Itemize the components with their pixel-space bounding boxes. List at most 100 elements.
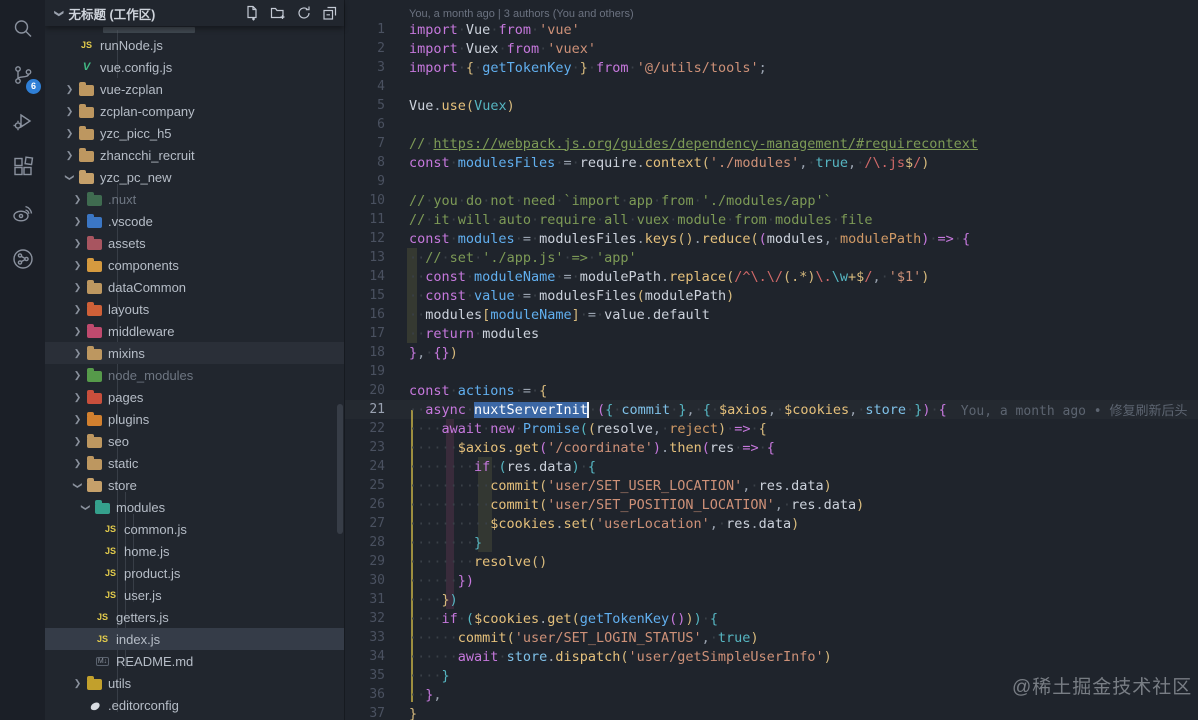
code-line-11[interactable]: 11//· it · will · auto · require · all · vuex · modul… bbox=[345, 210, 1198, 229]
code-line-3[interactable]: 3 import ·{· getTokenKey ·} · from · '@/utils/to… bbox=[345, 58, 1198, 77]
sidebar-item-static[interactable]: ❯ static bbox=[45, 452, 344, 474]
code-line-33[interactable]: 33 ······ commit('user/SET_LOGIN_STATUS', ·… bbox=[345, 628, 1198, 647]
code-line-2[interactable]: 2 import · Vuex · from ·'vuex' bbox=[345, 39, 1198, 58]
code-line-34[interactable]: 34 ······ await · store. dispatch('user/getSi… bbox=[345, 647, 1198, 666]
line-number: 1 bbox=[377, 22, 385, 37]
search-icon[interactable] bbox=[0, 6, 45, 52]
code-line-30[interactable]: 30 ······}) bbox=[345, 571, 1198, 590]
code-line-19[interactable]: 19 bbox=[345, 362, 1198, 381]
code-line-37[interactable]: 37} bbox=[345, 704, 1198, 720]
file-label: .vscode bbox=[108, 213, 153, 229]
sidebar-item-user.js[interactable]: JS user.js bbox=[45, 584, 344, 606]
sidebar-item-yzc_pc_new[interactable]: ❯ yzc_pc_new bbox=[45, 166, 344, 188]
sidebar-item-vue-zcplan[interactable]: ❯ vue-zcplan bbox=[45, 78, 344, 100]
code-line-6[interactable]: 6 bbox=[345, 115, 1198, 134]
chevron-right-icon: ❯ bbox=[73, 215, 82, 226]
code-line-22[interactable]: 22 ···· await · new · Promise((resolve, · reject… bbox=[345, 419, 1198, 438]
sidebar-item-getters.js[interactable]: JS getters.js bbox=[45, 606, 344, 628]
chevron-down-icon: ❯ bbox=[81, 503, 91, 511]
code-line-1[interactable]: 1 import · Vue · from ·'vue' bbox=[345, 20, 1198, 39]
collapse-all-icon[interactable] bbox=[322, 5, 338, 21]
sidebar-item-.vscode[interactable]: ❯ .vscode bbox=[45, 210, 344, 232]
workspace-header[interactable]: ❯ 无标题 (工作区) bbox=[45, 0, 344, 26]
vue-file-icon: V bbox=[82, 61, 91, 73]
js-file-icon: JS bbox=[104, 590, 116, 600]
sidebar-item-seo[interactable]: ❯ seo bbox=[45, 430, 344, 452]
code-line-5[interactable]: 5 Vue. use(Vuex) bbox=[345, 96, 1198, 115]
code-line-28[interactable]: 28 ········} bbox=[345, 533, 1198, 552]
new-folder-icon[interactable] bbox=[270, 5, 286, 21]
sidebar-item-home.js[interactable]: JS home.js bbox=[45, 540, 344, 562]
code-line-32[interactable]: 32 ···· if ·($cookies. get(getTokenKey())) ·{ bbox=[345, 609, 1198, 628]
code-line-31[interactable]: 31 ····}) bbox=[345, 590, 1198, 609]
sidebar-item-middleware[interactable]: ❯ middleware bbox=[45, 320, 344, 342]
code-line-13[interactable]: 13 ··//· set · './app.js' · => ·'app' bbox=[345, 248, 1198, 267]
sidebar-item-README.md[interactable]: M↓ README.md bbox=[45, 650, 344, 672]
weibo-icon[interactable] bbox=[0, 190, 45, 236]
code-line-20[interactable]: 20 const · actions · = ·{ bbox=[345, 381, 1198, 400]
codelens-annotation[interactable]: You, a month ago | 3 authors (You and ot… bbox=[345, 0, 1198, 20]
sidebar-item-partial-top[interactable] bbox=[45, 26, 344, 34]
code-line-21[interactable]: 21 ·· async · nuxtServerInit ·({· commit ·}, ·{·… bbox=[345, 400, 1198, 419]
sidebar-item-modules[interactable]: ❯ modules bbox=[45, 496, 344, 518]
sidebar-item-.editorconfig[interactable]: .editorconfig bbox=[45, 694, 344, 716]
extensions-icon[interactable] bbox=[0, 144, 45, 190]
code-line-16[interactable]: 16 ·· modules[moduleName] · = · value. default bbox=[345, 305, 1198, 324]
new-file-icon[interactable] bbox=[244, 5, 260, 21]
run-debug-icon[interactable] bbox=[0, 98, 45, 144]
sidebar-item-common.js[interactable]: JS common.js bbox=[45, 518, 344, 540]
sidebar-item-index.js[interactable]: JS index.js bbox=[45, 628, 344, 650]
code-line-23[interactable]: 23 ······ $axios. get('/coordinate'). then(r… bbox=[345, 438, 1198, 457]
chevron-right-icon: ❯ bbox=[73, 369, 82, 380]
vscode-window: 6 ❯ 无标题 (工作区) JS runNode.js V vue.config… bbox=[0, 0, 1198, 720]
line-number: 29 bbox=[369, 554, 385, 569]
file-label: zcplan-company bbox=[100, 103, 195, 119]
sidebar-item-layouts[interactable]: ❯ layouts bbox=[45, 298, 344, 320]
sidebar-item-store[interactable]: ❯ store bbox=[45, 474, 344, 496]
sidebar-item-mixins[interactable]: ❯ mixins bbox=[45, 342, 344, 364]
sidebar-item-vue.config.js[interactable]: Vvue.config.js bbox=[45, 56, 344, 78]
code-line-10[interactable]: 10//· you · do · not · need · `import · app · from · '.… bbox=[345, 191, 1198, 210]
code-line-26[interactable]: 26 ·········· commit('user/SET_POSITION_LO… bbox=[345, 495, 1198, 514]
sidebar-item-zhancchi_recruit[interactable]: ❯ zhancchi_recruit bbox=[45, 144, 344, 166]
sidebar-item-assets[interactable]: ❯ assets bbox=[45, 232, 344, 254]
sidebar-item-runNode.js[interactable]: JS runNode.js bbox=[45, 34, 344, 56]
folder-tan-icon bbox=[86, 433, 103, 449]
explorer-sidebar: ❯ 无标题 (工作区) JS runNode.js Vvue.config.js ❯ v… bbox=[45, 0, 345, 720]
line-number: 18 bbox=[369, 345, 385, 360]
sidebar-item-partial-bottom[interactable] bbox=[45, 716, 344, 720]
code-line-29[interactable]: 29 ········ resolve() bbox=[345, 552, 1198, 571]
refresh-icon[interactable] bbox=[296, 5, 312, 21]
source-control-icon[interactable]: 6 bbox=[0, 52, 45, 98]
line-number: 20 bbox=[369, 383, 385, 398]
code-line-25[interactable]: 25 ·········· commit('user/SET_USER_LOCATI… bbox=[345, 476, 1198, 495]
chevron-right-icon: ❯ bbox=[65, 83, 74, 94]
line-number: 17 bbox=[369, 326, 385, 341]
code-line-14[interactable]: 14 ·· const · moduleName · = · modulePath. replac… bbox=[345, 267, 1198, 286]
code-line-9[interactable]: 9 bbox=[345, 172, 1198, 191]
code-line-18[interactable]: 18}, ·{}) bbox=[345, 343, 1198, 362]
chevron-right-icon: ❯ bbox=[73, 435, 82, 446]
sidebar-item-product.js[interactable]: JS product.js bbox=[45, 562, 344, 584]
code-line-7[interactable]: 7//· https://webpack.js.org/guides/depend… bbox=[345, 134, 1198, 153]
feedback-share-icon[interactable] bbox=[0, 236, 45, 282]
code-line-27[interactable]: 27 ·········· $cookies. set('userLocation',… bbox=[345, 514, 1198, 533]
code-line-12[interactable]: 12 const · modules · = · modulesFiles. keys(). re… bbox=[345, 229, 1198, 248]
sidebar-item-pages[interactable]: ❯ pages bbox=[45, 386, 344, 408]
sidebar-item-.nuxt[interactable]: ❯ .nuxt bbox=[45, 188, 344, 210]
code-editor[interactable]: You, a month ago | 3 authors (You and ot… bbox=[345, 0, 1198, 720]
code-line-17[interactable]: 17 ·· return · modules bbox=[345, 324, 1198, 343]
code-content[interactable]: 1 import · Vue · from ·'vue' 2 import · Vuex · from ·… bbox=[345, 20, 1198, 720]
sidebar-item-plugins[interactable]: ❯ plugins bbox=[45, 408, 344, 430]
code-line-15[interactable]: 15 ·· const · value · = · modulesFiles(modulePat… bbox=[345, 286, 1198, 305]
sidebar-item-utils[interactable]: ❯ utils bbox=[45, 672, 344, 694]
sidebar-item-node_modules[interactable]: ❯ node_modules bbox=[45, 364, 344, 386]
sidebar-item-yzc_picc_h5[interactable]: ❯ yzc_picc_h5 bbox=[45, 122, 344, 144]
code-line-8[interactable]: 8 const · modulesFiles · = · require. context('.… bbox=[345, 153, 1198, 172]
code-line-4[interactable]: 4 bbox=[345, 77, 1198, 96]
sidebar-item-dataCommon[interactable]: ❯ dataCommon bbox=[45, 276, 344, 298]
sidebar-scrollbar[interactable] bbox=[337, 404, 343, 534]
code-line-24[interactable]: 24 ········ if ·(res. data) ·{ bbox=[345, 457, 1198, 476]
sidebar-item-components[interactable]: ❯ components bbox=[45, 254, 344, 276]
sidebar-item-zcplan-company[interactable]: ❯ zcplan-company bbox=[45, 100, 344, 122]
